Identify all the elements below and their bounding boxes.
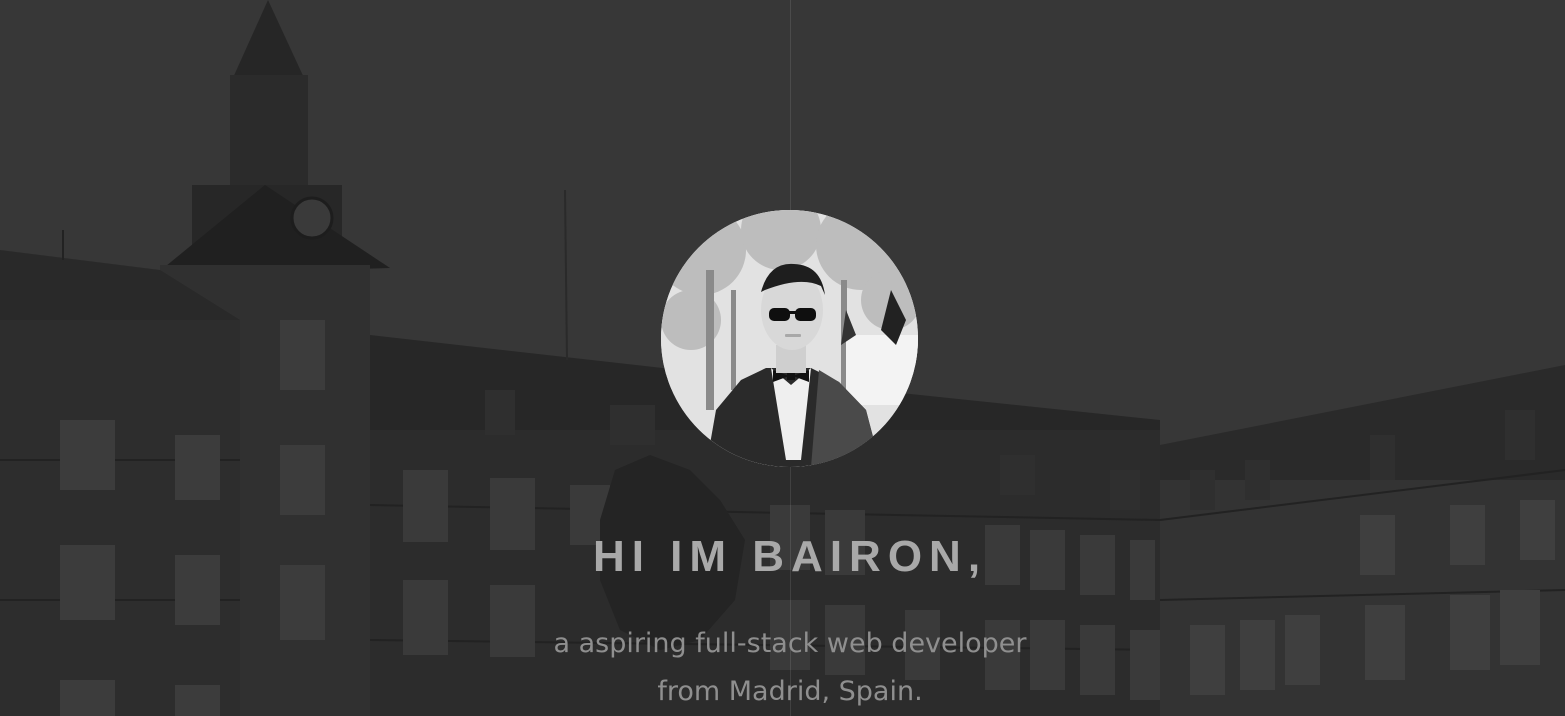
profile-photo [661, 210, 918, 467]
page-title: HI IM BAIRON, [592, 532, 988, 581]
hero-section: HI IM BAIRON, a aspiring full-stack web … [0, 0, 1565, 716]
tagline-line-2: from Madrid, Spain. [657, 676, 923, 707]
avatar [661, 210, 918, 467]
tagline: a aspiring full-stack web developer from… [0, 620, 1565, 716]
tagline-line-1: a aspiring full-stack web developer [553, 628, 1027, 659]
